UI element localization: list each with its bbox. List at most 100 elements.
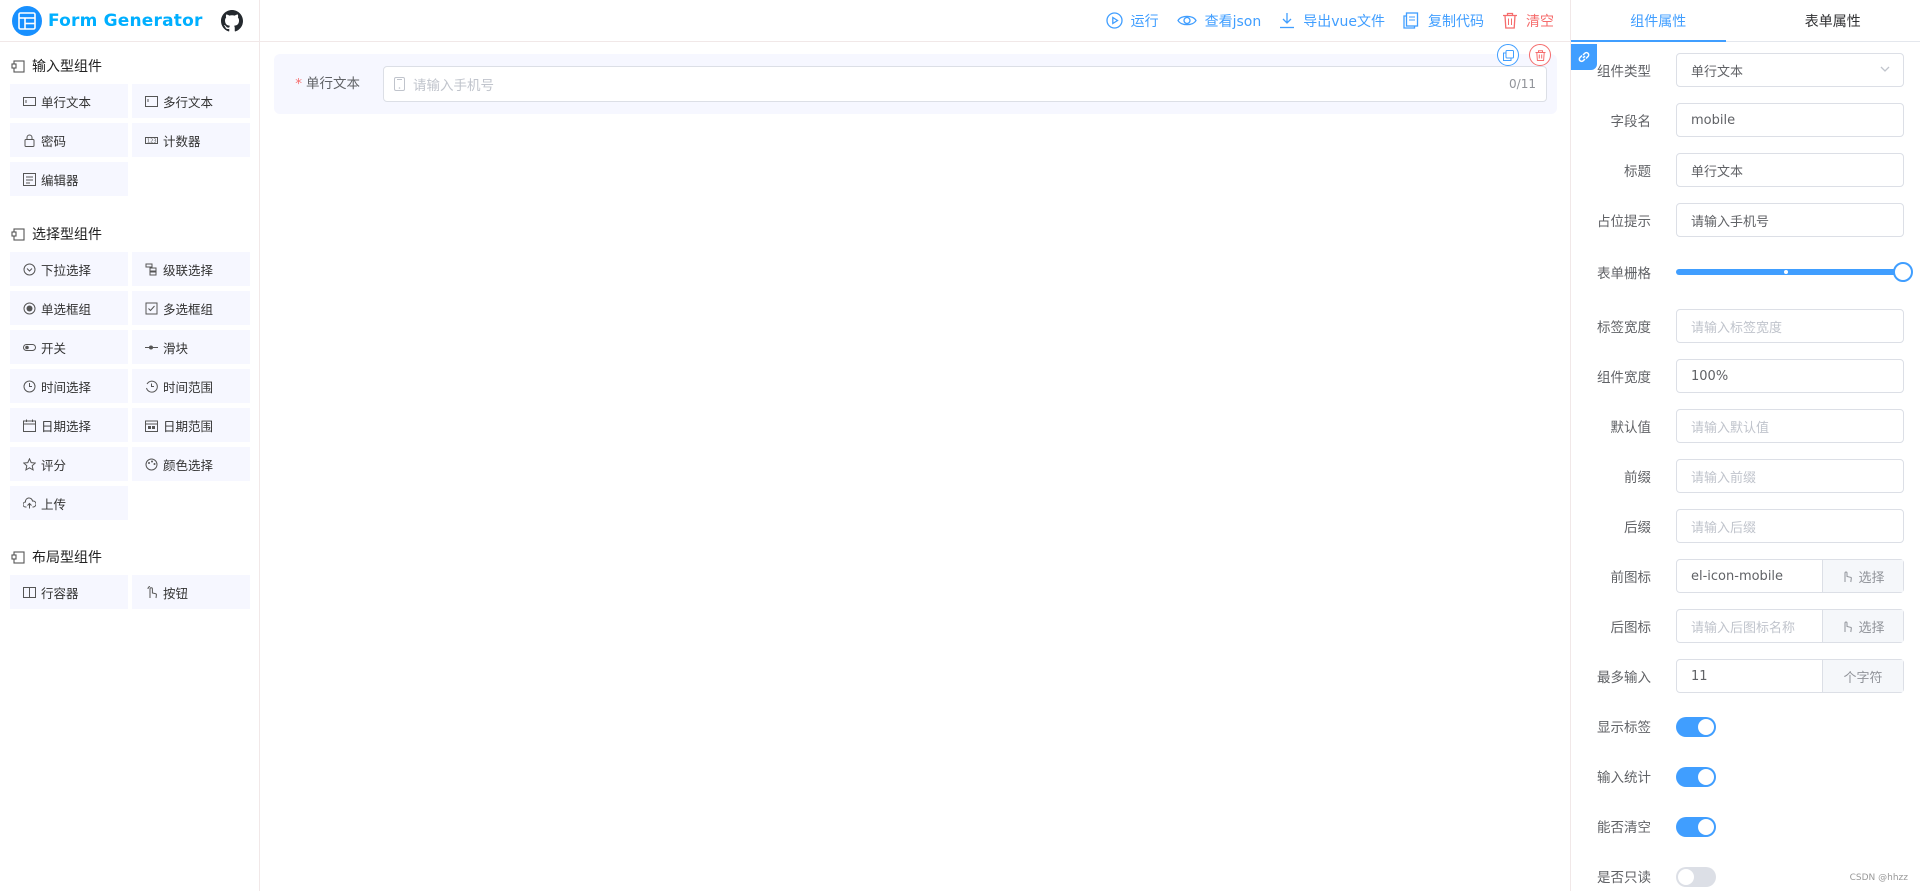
tab-form-props[interactable]: 表单属性 <box>1746 0 1920 41</box>
view-json-button[interactable]: 查看json <box>1176 11 1261 31</box>
clear-button[interactable]: 清空 <box>1502 11 1554 31</box>
component-type-select[interactable]: 单行文本 <box>1676 53 1904 87</box>
form-item-label: * 单行文本 <box>295 76 360 92</box>
switch-icon <box>23 343 36 351</box>
delete-item-button[interactable] <box>1529 44 1551 66</box>
select-icon <box>23 263 36 275</box>
span-slider[interactable] <box>1676 262 1913 282</box>
watermark: CSDN @hhzz <box>1849 873 1908 883</box>
row-icon <box>23 586 36 598</box>
prefix-input[interactable]: 请输入前缀 <box>1676 459 1904 493</box>
upload-icon <box>23 497 36 508</box>
cascader-icon <box>145 263 157 275</box>
component-upload[interactable]: 上传 <box>10 486 128 520</box>
clearable-switch[interactable] <box>1676 817 1716 837</box>
prefix-icon-input[interactable]: el-icon-mobile 选择 <box>1676 559 1904 593</box>
checkbox-icon <box>145 302 158 314</box>
default-value-input[interactable]: 请输入默认值 <box>1676 409 1904 443</box>
number-icon: 123 <box>145 136 158 144</box>
tab-component-props[interactable]: 组件属性 <box>1571 0 1746 41</box>
chevron-down-icon <box>1880 66 1890 72</box>
component-password[interactable]: 密码 <box>10 123 128 157</box>
component-icon <box>11 551 25 564</box>
input-placeholder: 请输入手机号 <box>413 78 494 94</box>
prop-clearable: 能否清空 <box>1571 809 1920 843</box>
layout-components-grid: 行容器 按钮 <box>0 575 250 609</box>
prop-label-width: 标签宽度 请输入标签宽度 <box>1571 309 1920 343</box>
prop-title: 标题 单行文本 <box>1571 153 1920 187</box>
prop-default-value: 默认值 请输入默认值 <box>1571 409 1920 443</box>
prop-component-type: 组件类型 单行文本 <box>1571 53 1920 87</box>
pointer-icon <box>1844 621 1853 632</box>
component-icon <box>11 60 25 73</box>
component-textarea[interactable]: 多行文本 <box>132 84 250 118</box>
component-date[interactable]: 日期选择 <box>10 408 128 442</box>
placeholder-input[interactable]: 请输入手机号 <box>1676 203 1904 237</box>
pointer-icon <box>1844 571 1853 582</box>
right-panel: 组件属性 表单属性 组件类型 单行文本 字段名 mobile 标题 单行文本 占… <box>1570 0 1920 891</box>
export-vue-button[interactable]: 导出vue文件 <box>1279 11 1385 31</box>
suffix-icon-input[interactable]: 请输入后图标名称 选择 <box>1676 609 1904 643</box>
component-select[interactable]: 下拉选择 <box>10 252 128 286</box>
prop-width: 组件宽度 100% <box>1571 359 1920 393</box>
component-time-range[interactable]: 时间范围 <box>132 369 250 403</box>
component-checkbox[interactable]: 多选框组 <box>132 291 250 325</box>
component-icon <box>11 228 25 241</box>
component-rate[interactable]: 评分 <box>10 447 128 481</box>
component-time[interactable]: 时间选择 <box>10 369 128 403</box>
delete-icon <box>1535 49 1545 61</box>
app-title: Form Generator <box>48 10 203 31</box>
active-form-item[interactable]: * 单行文本 请输入手机号 0/11 <box>274 44 1557 114</box>
form-item-input[interactable]: 请输入手机号 0/11 <box>383 66 1547 102</box>
left-panel: Form Generator 输入型组件 单行文本 多行文本 密码 123 计数器… <box>0 0 260 891</box>
color-icon <box>145 458 158 470</box>
label-width-input[interactable]: 请输入标签宽度 <box>1676 309 1904 343</box>
form-canvas[interactable]: * 单行文本 请输入手机号 0/11 <box>260 42 1570 891</box>
field-name-input[interactable]: mobile <box>1676 103 1904 137</box>
copy-item-button[interactable] <box>1497 44 1519 66</box>
prop-suffix-icon: 后图标 请输入后图标名称 选择 <box>1571 609 1920 643</box>
title-input[interactable]: 单行文本 <box>1676 153 1904 187</box>
maxlength-input[interactable]: 11 个字符 <box>1676 659 1904 693</box>
prop-prefix: 前缀 请输入前缀 <box>1571 459 1920 493</box>
slider-icon <box>145 345 158 349</box>
component-number[interactable]: 123 计数器 <box>132 123 250 157</box>
component-editor[interactable]: 编辑器 <box>10 162 128 196</box>
time-icon <box>23 380 36 392</box>
suffix-icon-select-button[interactable]: 选择 <box>1822 610 1903 642</box>
component-color[interactable]: 颜色选择 <box>132 447 250 481</box>
prop-word-limit: 输入统计 <box>1571 759 1920 793</box>
select-components-grid: 下拉选择 级联选择 单选框组 多选框组 开关 滑块 时间选择 时间范围 日期选择… <box>0 252 250 520</box>
readonly-switch[interactable] <box>1676 867 1716 887</box>
word-limit-switch[interactable] <box>1676 767 1716 787</box>
copy-icon <box>1502 49 1514 61</box>
component-slider[interactable]: 滑块 <box>132 330 250 364</box>
button-icon <box>147 585 157 598</box>
suffix-input[interactable]: 请输入后缀 <box>1676 509 1904 543</box>
prefix-icon-select-button[interactable]: 选择 <box>1822 560 1903 592</box>
logo-icon <box>12 5 42 36</box>
run-button[interactable]: 运行 <box>1105 11 1159 31</box>
password-icon <box>24 134 35 147</box>
component-switch[interactable]: 开关 <box>10 330 128 364</box>
github-icon[interactable] <box>220 9 243 32</box>
active-tab-indicator <box>1571 40 1726 42</box>
component-date-range[interactable]: 日期范围 <box>132 408 250 442</box>
component-row[interactable]: 行容器 <box>10 575 128 609</box>
group-title-select: 选择型组件 <box>0 224 102 244</box>
word-count: 0/11 <box>1509 77 1536 91</box>
show-label-switch[interactable] <box>1676 717 1716 737</box>
rate-icon <box>23 457 36 471</box>
slider-handle[interactable] <box>1893 262 1913 282</box>
width-input[interactable]: 100% <box>1676 359 1904 393</box>
component-radio[interactable]: 单选框组 <box>10 291 128 325</box>
input-icon <box>23 96 36 106</box>
group-title-layout: 布局型组件 <box>0 547 102 567</box>
input-components-grid: 单行文本 多行文本 密码 123 计数器 编辑器 <box>0 84 250 196</box>
svg-text:123: 123 <box>147 138 157 144</box>
time-range-icon <box>146 380 158 393</box>
component-input[interactable]: 单行文本 <box>10 84 128 118</box>
component-button[interactable]: 按钮 <box>132 575 250 609</box>
component-cascader[interactable]: 级联选择 <box>132 252 250 286</box>
copy-code-button[interactable]: 复制代码 <box>1403 11 1484 31</box>
